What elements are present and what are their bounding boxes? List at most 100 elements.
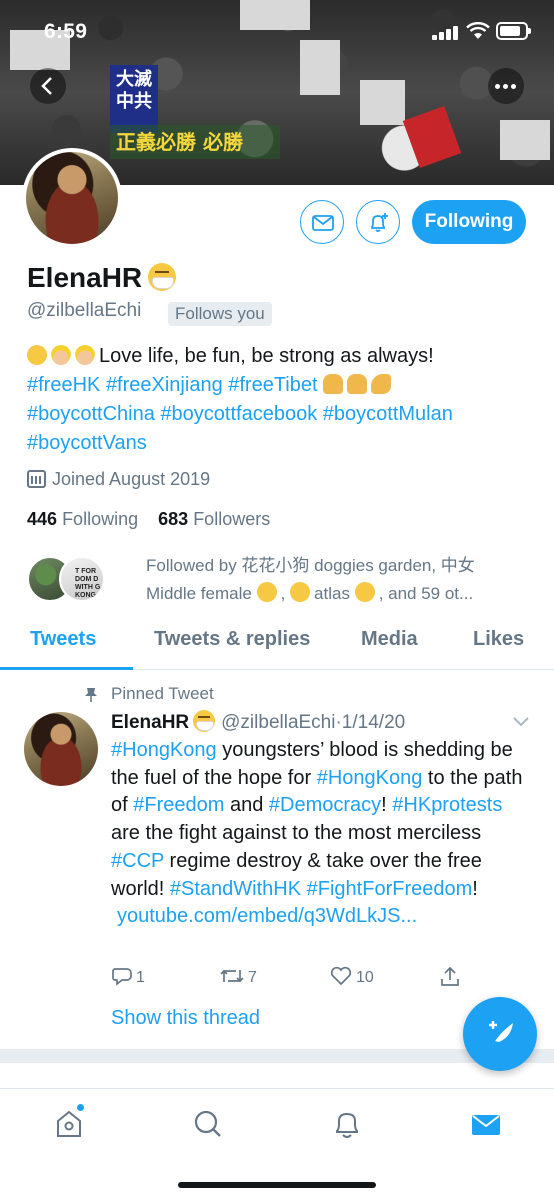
banner-yellow-slogan: 正義必勝 必勝 xyxy=(110,125,280,159)
tweet-text-segment: are the fight against to the most mercil… xyxy=(111,822,482,845)
followed-by-text[interactable]: Followed by 花花小狗 doggies garden, 中女 Midd… xyxy=(146,552,526,608)
tweet-hashtag[interactable]: #StandWithHK xyxy=(170,878,301,900)
tab-tweets[interactable]: Tweets xyxy=(30,628,96,651)
bio-hashtag[interactable]: #boycottVans xyxy=(27,432,147,454)
tweet-hashtag[interactable]: #HongKong xyxy=(317,767,423,789)
tab-media[interactable]: Media xyxy=(361,628,418,651)
bio-hashtag[interactable]: #freeHK xyxy=(27,374,100,396)
compose-tweet-button[interactable] xyxy=(463,997,537,1071)
share-button[interactable] xyxy=(439,966,464,989)
back-icon xyxy=(41,77,52,95)
tweet-text-segment: and xyxy=(224,794,269,817)
search-icon xyxy=(194,1110,221,1137)
followed-by-avatars[interactable]: T FOR DOM D WITH G KONG xyxy=(27,556,107,602)
tweet-hashtag[interactable]: #FightForFreedom xyxy=(307,878,473,900)
tweet-header: ElenaHR @zilbellaEchi·1/14/20 xyxy=(111,710,405,734)
profile-avatar[interactable] xyxy=(22,148,122,248)
tweet-text-segment: ! xyxy=(381,794,393,817)
nav-home[interactable] xyxy=(52,1107,86,1141)
banner-protest-sign: 大滅中共 xyxy=(110,65,158,133)
bio-hashtag[interactable]: #boycottMulan xyxy=(323,403,453,425)
nav-messages[interactable] xyxy=(469,1107,503,1141)
following-button[interactable]: Following xyxy=(412,200,526,244)
tab-likes[interactable]: Likes xyxy=(473,628,524,651)
status-bar: 6:59 xyxy=(0,0,554,64)
flexed-biceps-emoji-icon xyxy=(371,374,392,394)
face-mask-emoji-icon xyxy=(27,345,47,365)
tweet-actions: 1 7 10 xyxy=(111,966,471,992)
face-mask-emoji-icon xyxy=(290,582,311,602)
heart-icon xyxy=(330,966,352,986)
face-mask-emoji-icon xyxy=(354,582,375,602)
reply-button[interactable]: 1 xyxy=(111,966,145,987)
reply-icon xyxy=(112,968,132,986)
following-count-link[interactable]: 446 Following xyxy=(27,509,138,529)
notifications-toggle-button[interactable] xyxy=(356,200,400,244)
tweet-body-text: #HongKong youngsters’ blood is shedding … xyxy=(111,739,522,900)
construction-worker-emoji-icon xyxy=(75,345,95,365)
tweet-link[interactable]: youtube.com/embed/q3WdLkJS... xyxy=(111,903,531,931)
tweet-author-name[interactable]: ElenaHR xyxy=(111,712,189,733)
bio-line-2: #freeHK #freeXinjiang #freeTibet xyxy=(27,371,537,400)
follows-you-badge: Follows you xyxy=(168,302,272,326)
tweet-text-segment: ! xyxy=(472,877,478,900)
bio-line-1: Love life, be fun, be strong as always! xyxy=(27,342,537,371)
reply-count: 1 xyxy=(136,969,145,986)
bio-hashtag[interactable]: #boycottChina xyxy=(27,403,155,425)
chevron-down-icon[interactable] xyxy=(512,716,530,728)
bio-hashtag[interactable]: #freeTibet xyxy=(228,374,317,396)
mail-nav-icon xyxy=(472,1115,500,1135)
tweet-hashtag[interactable]: #Democracy xyxy=(269,794,381,816)
more-icon xyxy=(495,84,500,89)
followers-count-link[interactable]: 683 Followers xyxy=(158,509,270,529)
face-mask-emoji-icon xyxy=(148,263,177,291)
tweet-hashtag[interactable]: #Freedom xyxy=(133,794,224,816)
joined-text: Joined August 2019 xyxy=(52,469,211,489)
pin-icon xyxy=(85,688,97,702)
like-count: 10 xyxy=(356,969,374,986)
avatar: T FOR DOM D WITH G KONG xyxy=(59,556,105,602)
praying-hands-emoji-icon xyxy=(323,374,344,394)
show-thread-link[interactable]: Show this thread xyxy=(111,1007,260,1030)
retweet-count: 7 xyxy=(248,969,257,986)
display-name-text: ElenaHR xyxy=(27,262,143,293)
nav-notifications[interactable] xyxy=(330,1107,364,1141)
bio-line-4: #boycottVans xyxy=(27,429,537,458)
more-button[interactable] xyxy=(488,68,524,104)
tweet-date: ·1/14/20 xyxy=(335,712,406,733)
bell-plus-icon xyxy=(371,213,388,232)
tweet-author-handle: @zilbellaEchi xyxy=(221,712,336,733)
display-name: ElenaHR xyxy=(27,262,177,294)
bell-icon xyxy=(336,1112,358,1138)
followed-by-line-2: Middle female , atlas , and 59 ot... xyxy=(146,582,474,603)
wifi-icon xyxy=(466,22,490,39)
back-button[interactable] xyxy=(30,68,66,104)
status-time: 6:59 xyxy=(44,20,88,43)
tweet-text: #HongKong youngsters’ blood is shedding … xyxy=(111,737,531,931)
bio-hashtag[interactable]: #boycottfacebook xyxy=(160,403,317,425)
face-mask-emoji-icon xyxy=(193,710,216,732)
followers-label: Followers xyxy=(193,509,271,529)
bio-line-3: #boycottChina #boycottfacebook #boycottM… xyxy=(27,400,537,429)
retweet-icon xyxy=(220,969,244,983)
profile-bio: Love life, be fun, be strong as always! … xyxy=(27,342,537,458)
pinned-tweet-label: Pinned Tweet xyxy=(111,684,214,703)
calendar-icon xyxy=(27,470,46,488)
tweet-author-avatar[interactable] xyxy=(24,712,98,786)
praying-hands-emoji-icon xyxy=(347,374,368,394)
tab-tweets-replies[interactable]: Tweets & replies xyxy=(154,628,310,651)
battery-icon xyxy=(496,22,531,40)
tweet-hashtag[interactable]: #CCP xyxy=(111,850,164,872)
retweet-button[interactable]: 7 xyxy=(219,966,257,987)
cell-signal-icon xyxy=(432,24,460,40)
bio-hashtag[interactable]: #freeXinjiang xyxy=(106,374,223,396)
message-button[interactable] xyxy=(300,200,344,244)
home-icon xyxy=(57,1110,81,1137)
tweet-hashtag[interactable]: #HKprotests xyxy=(392,794,502,816)
profile-handle: @zilbellaEchi xyxy=(27,300,142,321)
share-icon xyxy=(441,966,459,986)
tweet-hashtag[interactable]: #HongKong xyxy=(111,739,217,761)
followed-by-line-1: Followed by 花花小狗 doggies garden, 中女 xyxy=(146,556,475,575)
like-button[interactable]: 10 xyxy=(329,966,374,987)
nav-search[interactable] xyxy=(191,1107,225,1141)
